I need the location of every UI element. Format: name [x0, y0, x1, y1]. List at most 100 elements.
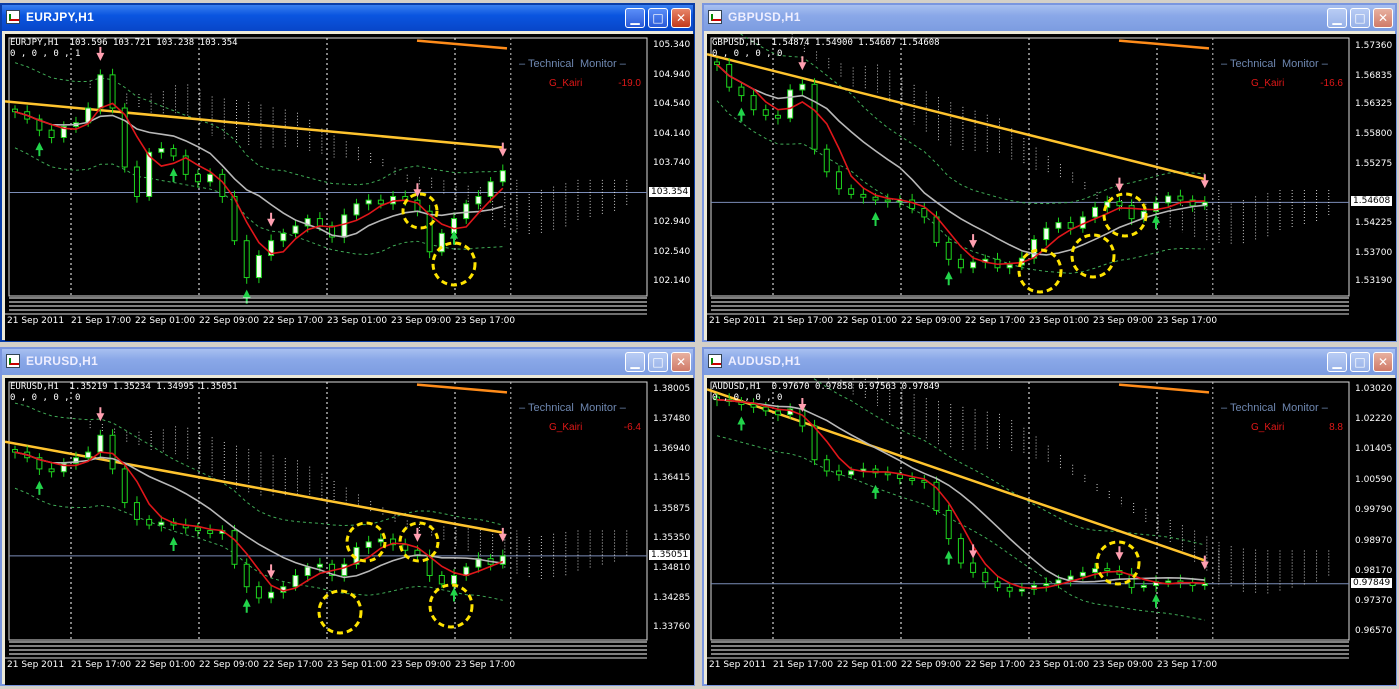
highlight-circle — [1102, 192, 1148, 238]
chart-canvas[interactable]: EURJPY,H1 103.596 103.721 103.238 103.35… — [5, 34, 694, 341]
technical-monitor-label: Technical Monitor — [527, 58, 617, 70]
chart-canvas[interactable]: GBPUSD,H1 1.54874 1.54900 1.54607 1.5460… — [707, 34, 1396, 341]
candle-body — [377, 538, 384, 543]
ma-200-line — [1118, 383, 1210, 394]
maximize-icon: □ — [1354, 355, 1366, 369]
price-axis-label: 102.540 — [653, 246, 691, 257]
candle-body — [970, 562, 977, 573]
candle-body — [292, 225, 299, 234]
chart-window-icon[interactable] — [708, 10, 722, 24]
highlight-circle — [428, 583, 474, 629]
candle-body — [750, 404, 757, 408]
chart-canvas[interactable]: EURUSD,H1 1.35219 1.35234 1.34995 1.3505… — [5, 378, 694, 685]
minimize-button[interactable]: ▁ — [625, 352, 645, 372]
candle-body — [738, 86, 745, 97]
maximize-button[interactable]: □ — [1350, 352, 1370, 372]
symbol-info: GBPUSD,H1 1.54874 1.54900 1.54607 1.5460… — [712, 38, 940, 60]
tm-dash-right: – — [616, 402, 626, 414]
price-axis-label: 0.98170 — [1355, 565, 1393, 576]
time-axis-label: 22 Sep 17:00 — [263, 316, 324, 326]
signal-arrows — [737, 56, 1209, 286]
candle-body — [799, 83, 806, 91]
candle-body — [48, 468, 55, 473]
price-axis-label: 1.56835 — [1355, 70, 1393, 81]
candle-body — [207, 173, 214, 183]
sell-arrow-icon — [969, 234, 978, 249]
candle-body — [945, 509, 952, 540]
candle-body — [365, 541, 372, 548]
chart-window-icon[interactable] — [6, 354, 20, 368]
candle-body — [1067, 222, 1074, 229]
candle-body — [85, 451, 92, 459]
candle-body — [341, 214, 348, 238]
candle-body — [463, 203, 470, 220]
close-button[interactable]: ✕ — [671, 352, 691, 372]
maximize-button[interactable]: □ — [1350, 8, 1370, 28]
candle-body — [438, 575, 445, 585]
maximize-icon: □ — [1354, 11, 1366, 25]
price-axis-label: 1.33760 — [653, 622, 691, 633]
candle-body — [353, 203, 360, 216]
candle-body — [909, 199, 916, 209]
price-axis-label: 103.740 — [653, 158, 691, 169]
close-button[interactable]: ✕ — [671, 8, 691, 28]
candle-body — [787, 89, 794, 119]
candle-body — [1201, 583, 1208, 587]
window-titlebar[interactable]: AUDUSD,H1 ▁ □ ✕ — [704, 349, 1395, 375]
price-axis-label: 102.140 — [653, 275, 691, 286]
minimize-icon: ▁ — [1332, 355, 1342, 369]
window-titlebar[interactable]: EURUSD,H1 ▁ □ ✕ — [2, 349, 693, 375]
minimize-button[interactable]: ▁ — [625, 8, 645, 28]
chart-window-eurjpy[interactable]: EURJPY,H1 ▁ □ ✕ EURJPY,H1 103.596 103.721 10… — [0, 3, 695, 342]
window-titlebar[interactable]: GBPUSD,H1 ▁ □ ✕ — [704, 5, 1395, 31]
tm-dash-left: – — [519, 58, 528, 70]
indicator-flags: 0 , 0 , 0 , 0 — [712, 393, 783, 403]
candle-body — [1055, 579, 1062, 585]
chart-window-icon[interactable] — [6, 10, 20, 24]
candle-body — [304, 566, 311, 577]
price-axis-label: 104.540 — [653, 99, 691, 110]
minimize-icon: ▁ — [630, 11, 640, 25]
time-axis-label: 23 Sep 17:00 — [455, 660, 516, 670]
time-axis-label: 23 Sep 01:00 — [1029, 316, 1090, 326]
kairi-label: G_Kairi — [549, 422, 583, 433]
chart-canvas[interactable]: AUDUSD,H1 0.97670 0.97858 0.97563 0.9784… — [707, 378, 1396, 685]
price-axis-label: 0.97370 — [1355, 595, 1393, 606]
maximize-button[interactable]: □ — [648, 8, 668, 28]
chart-window-icon[interactable] — [708, 354, 722, 368]
minimize-icon: ▁ — [630, 355, 640, 369]
candle-body — [1079, 571, 1086, 577]
time-axis-label: 21 Sep 2011 — [709, 660, 767, 670]
chart-window-gbpusd[interactable]: GBPUSD,H1 ▁ □ ✕ GBPUSD,H1 1.54874 1.54900 1.… — [702, 3, 1397, 342]
technical-monitor-label: Technical Monitor — [1229, 58, 1319, 70]
current-price-label: 1.35051 — [649, 549, 691, 560]
buy-arrow-icon — [944, 550, 953, 565]
chart-window-audusd[interactable]: AUDUSD,H1 ▁ □ ✕ AUDUSD,H1 0.97670 0.97858 0.… — [702, 347, 1397, 686]
time-axis-label: 22 Sep 01:00 — [837, 316, 898, 326]
ma-100-line — [707, 388, 1206, 562]
buy-arrow-icon — [1152, 593, 1161, 608]
close-button[interactable]: ✕ — [1373, 352, 1393, 372]
minimize-button[interactable]: ▁ — [1327, 352, 1347, 372]
candle-body — [158, 148, 165, 153]
buy-arrow-icon — [737, 416, 746, 431]
symbol-info: AUDUSD,H1 0.97670 0.97858 0.97563 0.9784… — [712, 382, 940, 404]
close-button[interactable]: ✕ — [1373, 8, 1393, 28]
plot-frame — [8, 37, 648, 297]
candle-body — [121, 468, 128, 504]
chart-window-eurusd[interactable]: EURUSD,H1 ▁ □ ✕ EURUSD,H1 1.35219 1.35234 1.… — [0, 347, 695, 686]
window-titlebar[interactable]: EURJPY,H1 ▁ □ ✕ — [2, 5, 693, 31]
maximize-button[interactable]: □ — [648, 352, 668, 372]
technical-monitor-header: – Technical Monitor – — [519, 402, 626, 414]
price-axis-label: 105.340 — [653, 40, 691, 51]
candle-body — [774, 114, 781, 119]
time-axis-label: 22 Sep 09:00 — [901, 316, 962, 326]
minimize-button[interactable]: ▁ — [1327, 8, 1347, 28]
candle-body — [957, 258, 964, 269]
candle-body — [292, 575, 299, 588]
candle-body — [243, 563, 250, 588]
candle-body — [1092, 568, 1099, 573]
ohlc-readout: GBPUSD,H1 1.54874 1.54900 1.54607 1.5460… — [712, 38, 940, 48]
candles — [714, 393, 1208, 598]
buy-arrow-icon — [242, 598, 251, 613]
